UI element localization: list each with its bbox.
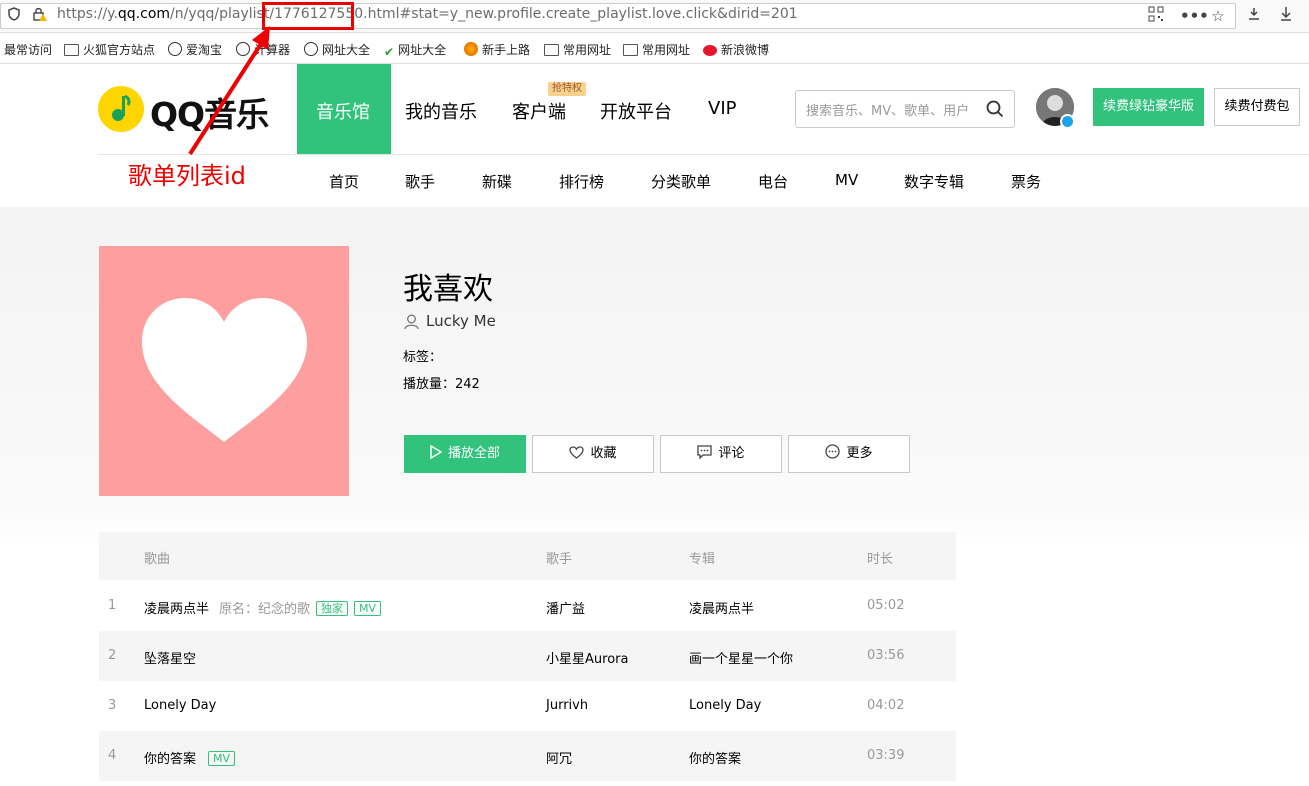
subnav-mv[interactable]: MV bbox=[835, 171, 858, 189]
shield-icon[interactable] bbox=[4, 6, 24, 26]
subnav-digital-albums[interactable]: 数字专辑 bbox=[904, 171, 964, 192]
url-scheme: https://y. bbox=[57, 6, 118, 22]
firefox-icon bbox=[464, 42, 478, 56]
user-icon bbox=[404, 314, 419, 330]
qr-code-icon[interactable] bbox=[1146, 6, 1166, 26]
song-singer[interactable]: 小星星Aurora bbox=[546, 648, 628, 667]
annotation-arrow-icon bbox=[188, 26, 270, 156]
song-duration: 04:02 bbox=[867, 698, 905, 713]
bookmark-most-visited[interactable]: 最常访问 bbox=[4, 41, 52, 58]
song-number: 1 bbox=[108, 598, 117, 613]
subnav-charts[interactable]: 排行榜 bbox=[559, 171, 604, 192]
playlist-creator[interactable]: Lucky Me bbox=[426, 312, 496, 330]
song-number: 4 bbox=[108, 748, 117, 763]
song-number: 3 bbox=[108, 698, 117, 713]
song-duration: 03:39 bbox=[867, 748, 905, 763]
song-title[interactable]: 坠落星空 bbox=[144, 648, 196, 667]
more-dots-icon bbox=[825, 438, 841, 474]
qq-badge-icon bbox=[1060, 114, 1075, 129]
song-album[interactable]: Lonely Day bbox=[689, 698, 761, 713]
renew-package-button[interactable]: 续费付费包 bbox=[1214, 88, 1300, 126]
nav-vip[interactable]: VIP bbox=[708, 98, 736, 119]
song-table-header bbox=[99, 532, 956, 580]
save-to-pocket-icon[interactable] bbox=[1244, 6, 1264, 26]
song-duration: 05:02 bbox=[867, 598, 905, 613]
renew-green-diamond-button[interactable]: 续费绿钻豪华版 bbox=[1093, 88, 1204, 126]
exclusive-badge: 独家 bbox=[316, 601, 349, 616]
download-icon[interactable] bbox=[1276, 6, 1296, 26]
song-singer[interactable]: Jurrivh bbox=[546, 698, 588, 713]
play-all-button[interactable]: 播放全部 bbox=[404, 435, 526, 473]
song-title[interactable]: 凌晨两点半 bbox=[144, 602, 209, 617]
song-title[interactable]: Lonely Day bbox=[144, 698, 216, 713]
bookmark-common-sites-2[interactable]: 常用网址 bbox=[623, 41, 690, 58]
play-count: 242 bbox=[455, 377, 480, 392]
mv-badge[interactable]: MV bbox=[208, 751, 236, 766]
song-singer[interactable]: 阿冗 bbox=[546, 748, 572, 767]
weibo-icon bbox=[703, 45, 717, 56]
bookmark-url-directory[interactable]: 网址大全 bbox=[304, 41, 370, 58]
more-button[interactable]: 更多 bbox=[788, 435, 910, 473]
playlist-tags-label: 标签： bbox=[403, 350, 443, 365]
hao-checkmark-icon: ✔ bbox=[384, 45, 395, 59]
folder-icon bbox=[544, 44, 559, 56]
url-query: .html#stat=y_new.profile.create_playlist… bbox=[363, 6, 798, 22]
heart-icon bbox=[142, 298, 307, 442]
annotation-label: 歌单列表id bbox=[128, 162, 246, 190]
song-album[interactable]: 画一个星星一个你 bbox=[689, 648, 793, 667]
comment-icon bbox=[697, 438, 713, 474]
col-song: 歌曲 bbox=[144, 552, 171, 567]
privilege-badge: 抢特权 bbox=[548, 82, 586, 96]
play-icon bbox=[430, 438, 443, 474]
song-original-name: 原名：纪念的歌 bbox=[219, 602, 311, 617]
playlist-plays: 播放量：242 bbox=[403, 377, 480, 392]
globe-icon bbox=[304, 42, 318, 56]
bookmark-common-sites-1[interactable]: 常用网址 bbox=[544, 41, 611, 58]
search-icon[interactable] bbox=[986, 100, 1004, 118]
song-duration: 03:56 bbox=[867, 648, 905, 663]
bookmark-sina-weibo[interactable]: 新浪微博 bbox=[703, 41, 769, 58]
playlist-cover[interactable] bbox=[99, 246, 349, 496]
nav-client[interactable]: 客户端 bbox=[512, 98, 566, 124]
song-album[interactable]: 凌晨两点半 bbox=[689, 598, 754, 617]
col-album: 专辑 bbox=[689, 552, 716, 567]
collect-button[interactable]: 收藏 bbox=[532, 435, 654, 473]
subnav-new-albums[interactable]: 新碟 bbox=[482, 171, 512, 192]
nav-my-music[interactable]: 我的音乐 bbox=[405, 98, 477, 124]
mv-badge[interactable]: MV bbox=[354, 601, 382, 616]
subnav-tickets[interactable]: 票务 bbox=[1011, 171, 1041, 192]
song-singer[interactable]: 潘广益 bbox=[546, 598, 585, 617]
search-placeholder: 搜索音乐、MV、歌单、用户 bbox=[806, 104, 970, 119]
comment-button[interactable]: 评论 bbox=[660, 435, 782, 473]
nav-open-platform[interactable]: 开放平台 bbox=[600, 98, 672, 124]
bookmark-hao-directory[interactable]: ✔ 网址大全 bbox=[384, 41, 446, 59]
song-album[interactable]: 你的答案 bbox=[689, 748, 741, 767]
folder-icon bbox=[64, 44, 79, 56]
playlist-title: 我喜欢 bbox=[403, 272, 493, 307]
heart-outline-icon bbox=[569, 438, 585, 474]
subnav-singers[interactable]: 歌手 bbox=[405, 171, 435, 192]
bookmark-firefox-site[interactable]: 火狐官方站点 bbox=[64, 41, 155, 58]
song-title[interactable]: 你的答案 bbox=[144, 752, 196, 767]
url-domain: qq.com bbox=[117, 6, 171, 22]
bookmark-getting-started[interactable]: 新手上路 bbox=[464, 41, 530, 58]
table-row[interactable] bbox=[99, 681, 956, 731]
col-singer: 歌手 bbox=[546, 552, 573, 567]
bookmark-star-icon[interactable]: ☆ bbox=[1208, 6, 1228, 26]
folder-icon bbox=[623, 44, 638, 56]
music-note-icon bbox=[112, 94, 131, 121]
subnav-radio[interactable]: 电台 bbox=[758, 171, 788, 192]
more-actions-icon[interactable]: ••• bbox=[1180, 6, 1209, 26]
subnav-home[interactable]: 首页 bbox=[329, 171, 359, 192]
song-number: 2 bbox=[108, 648, 117, 663]
nav-music-hall[interactable]: 音乐馆 bbox=[316, 98, 370, 124]
col-duration: 时长 bbox=[867, 552, 894, 567]
subnav-playlists[interactable]: 分类歌单 bbox=[651, 171, 711, 192]
table-row[interactable] bbox=[99, 631, 956, 681]
lock-warning-icon[interactable] bbox=[30, 6, 50, 26]
